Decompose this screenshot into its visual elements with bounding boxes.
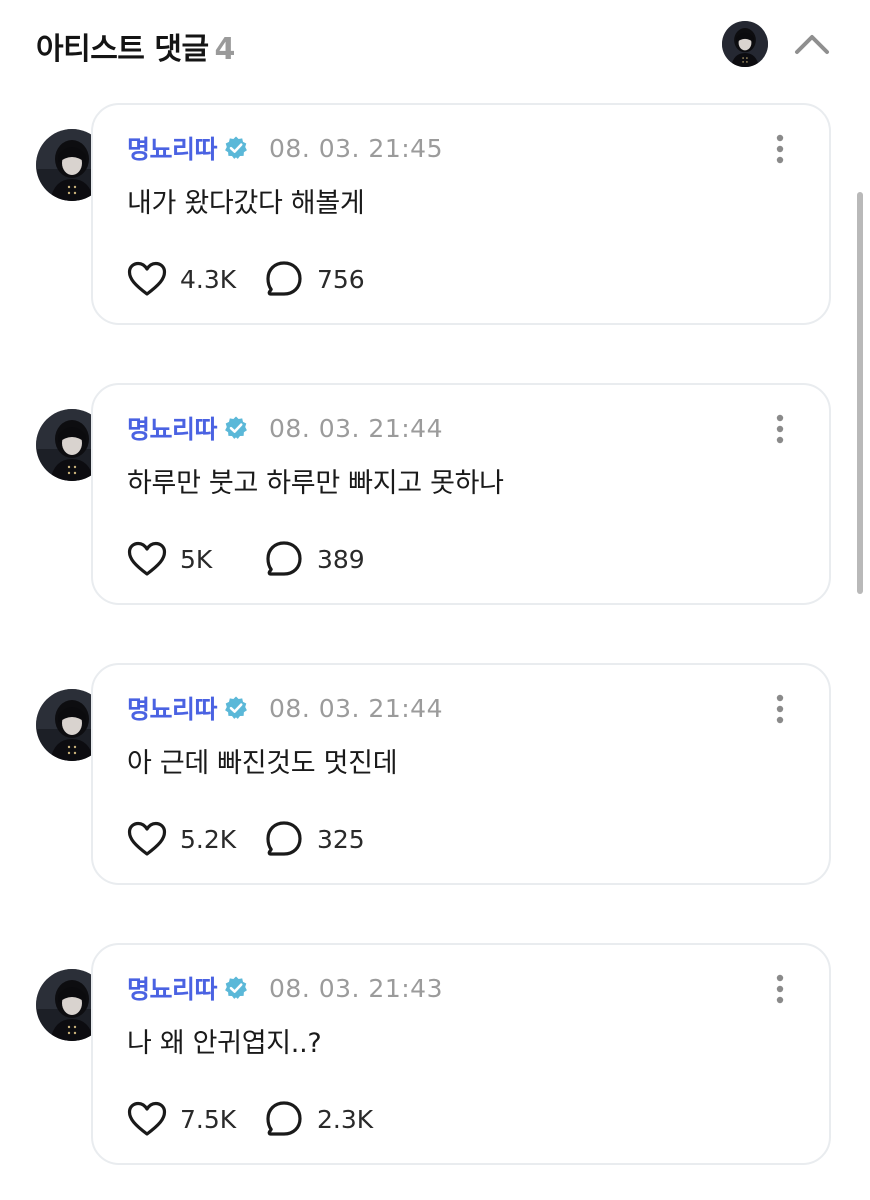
comment-actions: 7.5K 2.3K: [127, 1099, 383, 1139]
comment-text: 나 왜 안귀엽지..?: [127, 1028, 322, 1059]
comment-text: 내가 왔다갔다 해볼게: [127, 188, 365, 219]
artist-comments-panel: 아티스트 댓글 4 명뇨리따 08. 03. 21:45 내가 왔다갔다 해볼게…: [0, 0, 870, 1200]
heart-icon: [127, 539, 167, 579]
like-count: 4.3K: [180, 264, 237, 294]
reply-count: 389: [317, 544, 365, 574]
comment-header: 명뇨리따 08. 03. 21:43: [127, 971, 443, 1005]
author-name[interactable]: 명뇨리따: [127, 130, 218, 166]
like-count: 5.2K: [180, 824, 237, 854]
like-button[interactable]: 5K: [127, 539, 246, 579]
comment-header: 명뇨리따 08. 03. 21:45: [127, 131, 443, 165]
author-name[interactable]: 명뇨리따: [127, 690, 218, 726]
verified-badge-icon: [223, 975, 249, 1001]
more-options-button[interactable]: [765, 689, 795, 729]
comment-actions: 5K 389: [127, 539, 383, 579]
reply-button[interactable]: 2.3K: [264, 1099, 383, 1139]
speech-bubble-icon: [264, 1099, 304, 1139]
panel-header: 아티스트 댓글 4: [0, 0, 870, 92]
comment-timestamp: 08. 03. 21:45: [269, 133, 443, 163]
more-options-button[interactable]: [765, 409, 795, 449]
speech-bubble-icon: [264, 259, 304, 299]
more-options-button[interactable]: [765, 969, 795, 1009]
comment-text: 아 근데 빠진것도 멋진데: [127, 748, 398, 779]
heart-icon: [127, 259, 167, 299]
author-name[interactable]: 명뇨리따: [127, 410, 218, 446]
reply-count: 756: [317, 264, 365, 294]
reply-button[interactable]: 389: [264, 539, 383, 579]
more-vertical-icon: [776, 694, 784, 724]
artist-avatar[interactable]: [722, 21, 768, 67]
like-count: 5K: [180, 544, 213, 574]
comment-card: 명뇨리따 08. 03. 21:44 아 근데 빠진것도 멋진데 5.2K 32…: [91, 663, 831, 885]
speech-bubble-icon: [264, 819, 304, 859]
like-count: 7.5K: [180, 1104, 237, 1134]
author-name[interactable]: 명뇨리따: [127, 970, 218, 1006]
more-vertical-icon: [776, 134, 784, 164]
comment-timestamp: 08. 03. 21:44: [269, 693, 443, 723]
reply-count: 2.3K: [317, 1104, 374, 1134]
like-button[interactable]: 7.5K: [127, 1099, 246, 1139]
comment-item: 명뇨리따 08. 03. 21:45 내가 왔다갔다 해볼게 4.3K 756: [0, 103, 870, 329]
comment-text: 하루만 붓고 하루만 빠지고 못하나: [127, 468, 504, 499]
reply-count: 325: [317, 824, 365, 854]
comment-header: 명뇨리따 08. 03. 21:44: [127, 691, 443, 725]
more-vertical-icon: [776, 974, 784, 1004]
more-vertical-icon: [776, 414, 784, 444]
verified-badge-icon: [223, 135, 249, 161]
reply-button[interactable]: 325: [264, 819, 383, 859]
comment-item: 명뇨리따 08. 03. 21:44 하루만 붓고 하루만 빠지고 못하나 5K…: [0, 383, 870, 609]
avatar-image: [722, 21, 768, 67]
comment-card: 명뇨리따 08. 03. 21:43 나 왜 안귀엽지..? 7.5K 2.3K: [91, 943, 831, 1165]
comment-item: 명뇨리따 08. 03. 21:44 아 근데 빠진것도 멋진데 5.2K 32…: [0, 663, 870, 889]
like-button[interactable]: 5.2K: [127, 819, 246, 859]
comment-timestamp: 08. 03. 21:44: [269, 413, 443, 443]
comment-actions: 4.3K 756: [127, 259, 383, 299]
verified-badge-icon: [223, 695, 249, 721]
like-button[interactable]: 4.3K: [127, 259, 246, 299]
comment-item: 명뇨리따 08. 03. 21:43 나 왜 안귀엽지..? 7.5K 2.3K: [0, 943, 870, 1169]
panel-title-text: 아티스트 댓글: [36, 32, 209, 67]
reply-button[interactable]: 756: [264, 259, 383, 299]
comment-header: 명뇨리따 08. 03. 21:44: [127, 411, 443, 445]
collapse-button[interactable]: [788, 22, 836, 66]
heart-icon: [127, 819, 167, 859]
panel-title: 아티스트 댓글 4: [36, 24, 235, 68]
comment-timestamp: 08. 03. 21:43: [269, 973, 443, 1003]
speech-bubble-icon: [264, 539, 304, 579]
comment-card: 명뇨리따 08. 03. 21:44 하루만 붓고 하루만 빠지고 못하나 5K…: [91, 383, 831, 605]
comment-card: 명뇨리따 08. 03. 21:45 내가 왔다갔다 해볼게 4.3K 756: [91, 103, 831, 325]
comment-count: 4: [214, 32, 236, 67]
heart-icon: [127, 1099, 167, 1139]
more-options-button[interactable]: [765, 129, 795, 169]
comment-actions: 5.2K 325: [127, 819, 383, 859]
chevron-up-icon: [795, 35, 829, 54]
verified-badge-icon: [223, 415, 249, 441]
